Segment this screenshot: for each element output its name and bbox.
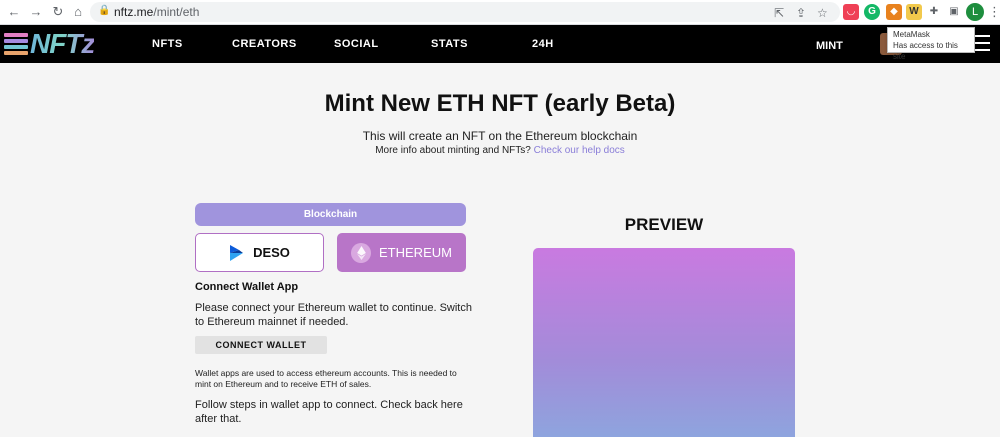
site-header: NFTz NFTS CREATORS SOCIAL STATS 24H MINT: [0, 25, 1000, 63]
hamburger-menu-icon[interactable]: [974, 35, 990, 51]
nav-social[interactable]: SOCIAL: [334, 38, 379, 50]
metamask-tooltip: MetaMask Has access to this site: [887, 27, 975, 61]
nav-24h[interactable]: 24H: [532, 38, 554, 50]
home-icon[interactable]: ⌂: [70, 4, 86, 20]
browser-menu-icon[interactable]: ⋮: [988, 4, 1000, 20]
connect-wallet-button[interactable]: CONNECT WALLET: [195, 336, 327, 354]
forward-arrow-icon[interactable]: →: [28, 4, 44, 20]
w-extension-icon[interactable]: W: [906, 4, 922, 20]
profile-avatar[interactable]: L: [966, 3, 984, 21]
nav-stats[interactable]: STATS: [431, 38, 468, 50]
nav-mint[interactable]: MINT: [816, 40, 843, 52]
follow-steps-text: Follow steps in wallet app to connect. C…: [195, 399, 463, 425]
logo-text: NFTz: [30, 28, 95, 59]
reload-icon[interactable]: ↻: [50, 4, 66, 20]
nftz-logo[interactable]: NFTz: [4, 28, 95, 59]
page-subtitle: This will create an NFT on the Ethereum …: [362, 129, 638, 143]
tooltip-body: Has access to this site: [893, 41, 958, 61]
connect-wallet-title: Connect Wallet App: [195, 281, 299, 293]
help-docs-link[interactable]: Check our help docs: [534, 145, 625, 156]
logo-mark-icon: [4, 33, 28, 55]
tooltip-title: MetaMask: [893, 30, 930, 39]
browser-toolbar: ← → ↻ ⌂ 🔒 nftz.me/mint/eth ⇱ ⇪ ☆ ◡ G ◆ W…: [0, 0, 1000, 25]
help-info-text: More info about minting and NFTs?: [375, 145, 531, 156]
nav-creators[interactable]: CREATORS: [232, 38, 297, 50]
preview-title: PREVIEW: [624, 215, 704, 234]
lock-icon: 🔒: [98, 5, 111, 16]
side-panel-icon[interactable]: ▣: [946, 4, 962, 20]
wallet-note: Wallet apps are used to access ethereum …: [195, 368, 457, 389]
blockchain-label: Blockchain: [195, 203, 466, 226]
deso-label: DESO: [253, 245, 290, 260]
address-bar[interactable]: 🔒 nftz.me/mint/eth ⇱ ⇪ ☆: [90, 2, 840, 22]
open-external-icon[interactable]: ⇱: [774, 6, 784, 20]
extensions-puzzle-icon[interactable]: ✚: [926, 4, 942, 20]
deso-logo-icon: [230, 244, 244, 261]
nav-nfts[interactable]: NFTS: [152, 38, 183, 50]
share-icon[interactable]: ⇪: [796, 6, 806, 20]
address-url[interactable]: nftz.me/mint/eth: [114, 5, 199, 19]
help-info: More info about minting and NFTs? Check …: [0, 145, 1000, 156]
pocket-extension-icon[interactable]: ◡: [843, 4, 859, 20]
ethereum-label: ETHEREUM: [379, 245, 452, 260]
nft-preview-image: [533, 248, 795, 437]
bookmark-star-icon[interactable]: ☆: [817, 6, 828, 20]
grammarly-extension-icon[interactable]: G: [864, 4, 880, 20]
deso-chain-button[interactable]: DESO: [195, 233, 324, 272]
metamask-fox-icon[interactable]: ◆: [886, 4, 902, 20]
ethereum-chain-button[interactable]: ETHEREUM: [337, 233, 466, 272]
back-arrow-icon[interactable]: ←: [6, 4, 22, 20]
ethereum-logo-icon: [351, 242, 372, 263]
page-title: Mint New ETH NFT (early Beta): [324, 90, 676, 117]
connect-wallet-description: Please connect your Ethereum wallet to c…: [195, 302, 472, 328]
